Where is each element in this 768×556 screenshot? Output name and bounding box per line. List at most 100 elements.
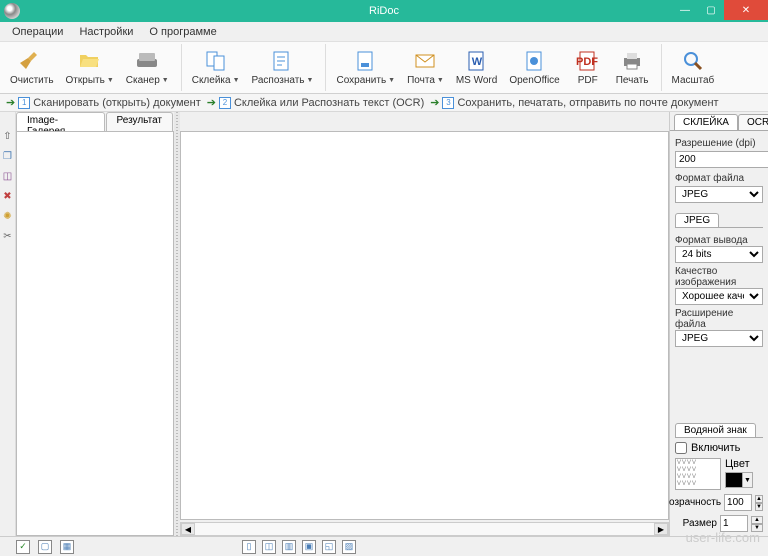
scanner-icon [135,49,159,73]
extension-label: Расширение файла [675,308,763,330]
tool-delete-icon[interactable]: ✖ [2,190,14,202]
tab-ocr-settings[interactable]: OCR [738,114,768,130]
tool-paste-icon[interactable]: ◫ [2,170,14,182]
openoffice-icon [523,49,547,73]
view-check-icon[interactable]: ✓ [16,540,30,554]
minimize-button[interactable]: — [672,0,698,20]
output-format-label: Формат вывода [675,235,763,246]
ocr-icon [270,49,294,73]
msword-button[interactable]: W MS Word [450,44,504,92]
mail-button[interactable]: Почта▼ [401,44,450,92]
svg-text:PDF: PDF [576,56,598,68]
tab-result[interactable]: Результат [106,112,173,131]
quality-select[interactable]: Хорошее качество [675,288,763,305]
extension-select[interactable]: JPEG [675,330,763,347]
gallery-area[interactable] [16,131,174,536]
side-toolbar: ⇧ ❐ ◫ ✖ ✺ ✂ [0,112,16,536]
transparency-input[interactable] [724,494,752,511]
menu-about[interactable]: О программе [141,24,224,40]
menu-bar: Операции Настройки О программе [0,22,768,42]
spin-up-icon[interactable]: ▲ [755,495,763,503]
arrow-right-icon: ➔ [6,96,15,109]
magnifier-icon [681,49,705,73]
view-mode-4-icon[interactable]: ▣ [302,540,316,554]
spin-up-icon[interactable]: ▲ [751,516,763,524]
view-mode-5-icon[interactable]: ◱ [322,540,336,554]
resolution-input[interactable] [675,151,768,168]
menu-operations[interactable]: Операции [4,24,71,40]
document-canvas[interactable] [180,131,669,520]
openoffice-button[interactable]: OpenOffice [503,44,565,92]
print-button[interactable]: Печать [610,44,655,92]
dropdown-arrow-icon: ▼ [742,473,752,487]
folder-open-icon [78,49,102,73]
size-input[interactable] [720,515,748,532]
view-mode-6-icon[interactable]: ▨ [342,540,356,554]
dropdown-arrow-icon: ▼ [233,77,240,84]
clean-button[interactable]: Очистить [4,44,60,92]
view-mode-2-icon[interactable]: ◫ [262,540,276,554]
size-label: Размер [683,518,717,529]
horizontal-scrollbar[interactable]: ◀ ▶ [180,522,669,536]
window-title: RiDoc [369,5,399,17]
menu-settings[interactable]: Настройки [71,24,141,40]
dropdown-arrow-icon: ▼ [162,77,169,84]
resolution-label: Разрешение (dpi) [675,138,763,149]
pdf-icon: PDF [576,49,600,73]
scroll-right-icon[interactable]: ▶ [654,523,668,535]
arrow-right-icon: ➔ [430,96,439,109]
view-mode-1-icon[interactable]: ▯ [242,540,256,554]
watermark-tab[interactable]: Водяной знак [675,423,756,437]
scanner-button[interactable]: Сканер▼ [120,44,175,92]
title-bar: RiDoc — ▢ ✕ [0,0,768,22]
dropdown-arrow-icon: ▼ [307,77,314,84]
view-single-icon[interactable]: ▢ [38,540,52,554]
zoom-button[interactable]: Масштаб [666,44,721,92]
spin-down-icon[interactable]: ▼ [751,524,763,532]
save-button[interactable]: Сохранить▼ [330,44,401,92]
svg-text:W: W [471,56,482,68]
view-mode-3-icon[interactable]: ▥ [282,540,296,554]
main-area: ⇧ ❐ ◫ ✖ ✺ ✂ Image-Галерея Результат ◀ ▶ … [0,112,768,536]
pdf-button[interactable]: PDF PDF [566,44,610,92]
stitch-button[interactable]: Склейка▼ [186,44,246,92]
maximize-button[interactable]: ▢ [698,0,724,20]
tab-gallery[interactable]: Image-Галерея [16,112,105,131]
close-button[interactable]: ✕ [724,0,768,20]
include-watermark-checkbox[interactable]: Включить [675,442,763,454]
printer-icon [620,49,644,73]
recognize-button[interactable]: Распознать▼ [246,44,320,92]
output-format-select[interactable]: 24 bits [675,246,763,263]
color-label: Цвет [725,458,753,470]
fileformat-label: Формат файла [675,173,763,184]
open-button[interactable]: Открыть▼ [60,44,120,92]
save-icon [354,49,378,73]
tool-crop-icon[interactable]: ✂ [2,230,14,242]
stitch-icon [204,49,228,73]
left-panel: Image-Галерея Результат [16,112,174,536]
jpeg-tab[interactable]: JPEG [675,213,719,227]
word-icon: W [465,49,489,73]
step-2-icon: 2 [219,97,231,109]
step-1-icon: 1 [18,97,30,109]
color-picker[interactable]: ▼ [725,472,753,488]
tool-move-icon[interactable]: ⇧ [2,130,14,142]
tool-settings-icon[interactable]: ✺ [2,210,14,222]
scroll-left-icon[interactable]: ◀ [181,523,195,535]
view-grid-icon[interactable]: ▦ [60,540,74,554]
broom-icon [20,49,44,73]
dropdown-arrow-icon: ▼ [107,77,114,84]
tool-copy-icon[interactable]: ❐ [2,150,14,162]
spin-down-icon[interactable]: ▼ [755,503,763,511]
right-panel: СКЛЕЙКА OCR ✕ Разрешение (dpi) ⋯ Формат … [669,112,768,536]
quality-label: Качество изображения [675,266,763,288]
main-toolbar: Очистить Открыть▼ Сканер▼ Склейка▼ Распо… [0,42,768,94]
watermark-preview: VVVVVVVVVVVVVVVV [675,458,721,490]
arrow-right-icon: ➔ [207,96,216,109]
mail-icon [413,49,437,73]
fileformat-select[interactable]: JPEG [675,186,763,203]
bottom-bar: ✓ ▢ ▦ ▯ ◫ ▥ ▣ ◱ ▨ [0,536,768,556]
tab-stitch-settings[interactable]: СКЛЕЙКА [674,114,738,130]
center-panel: ◀ ▶ [180,112,669,536]
step-3-icon: 3 [442,97,454,109]
